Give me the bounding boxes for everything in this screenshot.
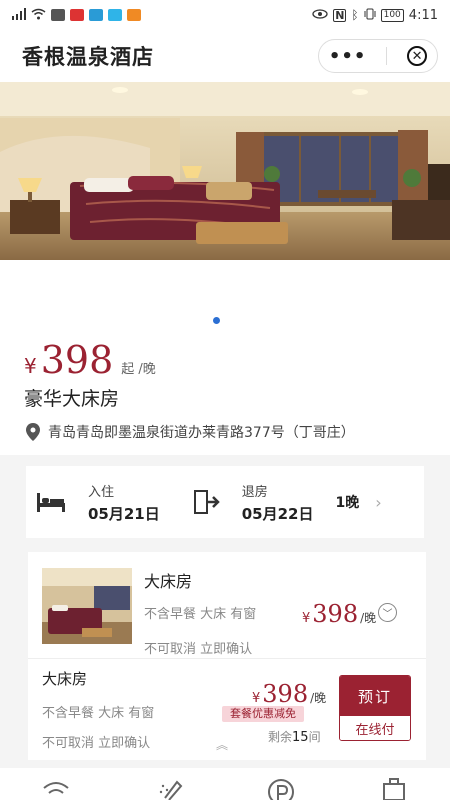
status-left bbox=[12, 7, 141, 23]
vibrate-icon bbox=[364, 8, 376, 23]
remain-prefix: 剩余 bbox=[268, 730, 293, 744]
parking-icon bbox=[267, 776, 295, 800]
checkin-label: 入住 bbox=[88, 484, 115, 500]
checkout-value: 05月22日 bbox=[241, 504, 314, 523]
package-policy: 不可取消 立即确认 bbox=[42, 736, 151, 751]
hotel-photo-carousel[interactable] bbox=[0, 82, 450, 260]
book-label: 预订 bbox=[340, 676, 410, 716]
title-bar: 香根温泉酒店 ••• ✕ bbox=[0, 30, 450, 82]
hotel-detail-page: N ᛒ 100 4:11 香根温泉酒店 ••• ✕ ¥ 398 起 /晚 豪华大… bbox=[0, 0, 450, 800]
book-button[interactable]: 预订 在线付 bbox=[339, 675, 411, 741]
package-price: ¥ 398 /晚 bbox=[252, 680, 326, 708]
price-currency: ¥ bbox=[24, 354, 37, 378]
package-price-unit: /晚 bbox=[310, 691, 327, 705]
checkout-door-icon bbox=[193, 490, 220, 514]
bath-icon bbox=[155, 776, 183, 800]
room-price-unit: /晚 bbox=[360, 611, 377, 625]
location-pin-icon bbox=[26, 423, 40, 441]
stay-date-selector[interactable]: 入住 05月21日 退房 05月22日 1晚 › bbox=[26, 466, 424, 538]
package-price-value: 398 bbox=[262, 680, 309, 708]
remain-count: 15 bbox=[292, 730, 309, 745]
room-thumbnail[interactable] bbox=[42, 568, 132, 644]
hotel-room-photo bbox=[0, 82, 450, 260]
room-thumbnail-image bbox=[42, 568, 132, 644]
eye-icon bbox=[312, 8, 328, 22]
room-card: 大床房 不含早餐 大床 有窗 不可取消 立即确认 ¥ 398 /晚 ﹀ 大床房 … bbox=[28, 552, 426, 760]
chevron-right-icon[interactable]: › bbox=[375, 493, 381, 512]
app-notification-icon bbox=[108, 9, 122, 21]
mini-program-capsule: ••• ✕ bbox=[318, 39, 438, 73]
nights-count: 1晚 bbox=[335, 495, 360, 511]
room-price: ¥ 398 /晚 bbox=[302, 600, 376, 628]
package-tags: 不含早餐 大床 有窗 bbox=[42, 706, 155, 721]
package-room-name: 大床房 bbox=[42, 670, 88, 688]
price-value: 398 bbox=[40, 338, 114, 382]
room-price-value: 398 bbox=[312, 600, 359, 628]
wifi-icon bbox=[42, 776, 70, 800]
capsule-divider bbox=[386, 47, 388, 65]
room-type-title: 豪华大床房 bbox=[24, 388, 120, 410]
rooms-remaining: 剩余15间 bbox=[268, 728, 321, 745]
battery-indicator: 100 bbox=[380, 8, 404, 22]
app-notification-icon bbox=[127, 9, 141, 21]
room-price-currency: ¥ bbox=[302, 611, 311, 626]
status-right: N ᛒ 100 4:11 bbox=[312, 8, 438, 23]
app-notification-icon bbox=[89, 9, 103, 21]
package-price-currency: ¥ bbox=[252, 691, 261, 706]
promo-badge: 套餐优惠减免 bbox=[222, 706, 304, 722]
room-name: 大床房 bbox=[144, 572, 193, 591]
app-notification-icon bbox=[51, 9, 65, 21]
pay-online-label: 在线付 bbox=[340, 716, 410, 740]
checkin-date[interactable]: 入住 05月21日 bbox=[36, 481, 160, 524]
status-bar: N ᛒ 100 4:11 bbox=[0, 0, 450, 30]
carousel-indicator-dot bbox=[213, 317, 220, 324]
hotel-info-section: ¥ 398 起 /晚 豪华大床房 青岛青岛即墨温泉街道办莱青路377号（丁哥庄） bbox=[0, 260, 450, 455]
room-tags: 不含早餐 大床 有窗 bbox=[144, 607, 257, 622]
price-suffix: 起 /晚 bbox=[121, 362, 156, 377]
facilities-bar bbox=[0, 768, 450, 800]
nfc-icon: N bbox=[333, 8, 347, 22]
hotel-address[interactable]: 青岛青岛即墨温泉街道办莱青路377号（丁哥庄） bbox=[26, 422, 355, 442]
remain-suffix: 间 bbox=[308, 730, 321, 744]
luggage-icon bbox=[380, 776, 408, 800]
checkin-value: 05月21日 bbox=[88, 504, 160, 523]
app-notification-icon bbox=[70, 9, 84, 21]
bluetooth-icon: ᛒ bbox=[351, 8, 359, 22]
checkout-date[interactable]: 退房 05月22日 bbox=[193, 481, 314, 524]
collapse-chevron-icon[interactable]: ︽ bbox=[216, 736, 228, 753]
room-policy: 不可取消 立即确认 bbox=[144, 642, 253, 657]
page-title: 香根温泉酒店 bbox=[22, 45, 154, 69]
address-text: 青岛青岛即墨温泉街道办莱青路377号（丁哥庄） bbox=[48, 425, 355, 441]
wifi-status-icon bbox=[31, 8, 46, 23]
signal-icon bbox=[12, 7, 26, 23]
bed-icon bbox=[37, 493, 65, 512]
card-divider bbox=[28, 658, 426, 659]
more-options-button[interactable]: ••• bbox=[329, 46, 367, 67]
starting-price: ¥ 398 起 /晚 bbox=[24, 338, 156, 382]
expand-room-icon[interactable]: ﹀ bbox=[378, 603, 397, 622]
close-button[interactable]: ✕ bbox=[407, 46, 428, 66]
status-time: 4:11 bbox=[408, 7, 438, 23]
checkout-label: 退房 bbox=[241, 484, 268, 500]
